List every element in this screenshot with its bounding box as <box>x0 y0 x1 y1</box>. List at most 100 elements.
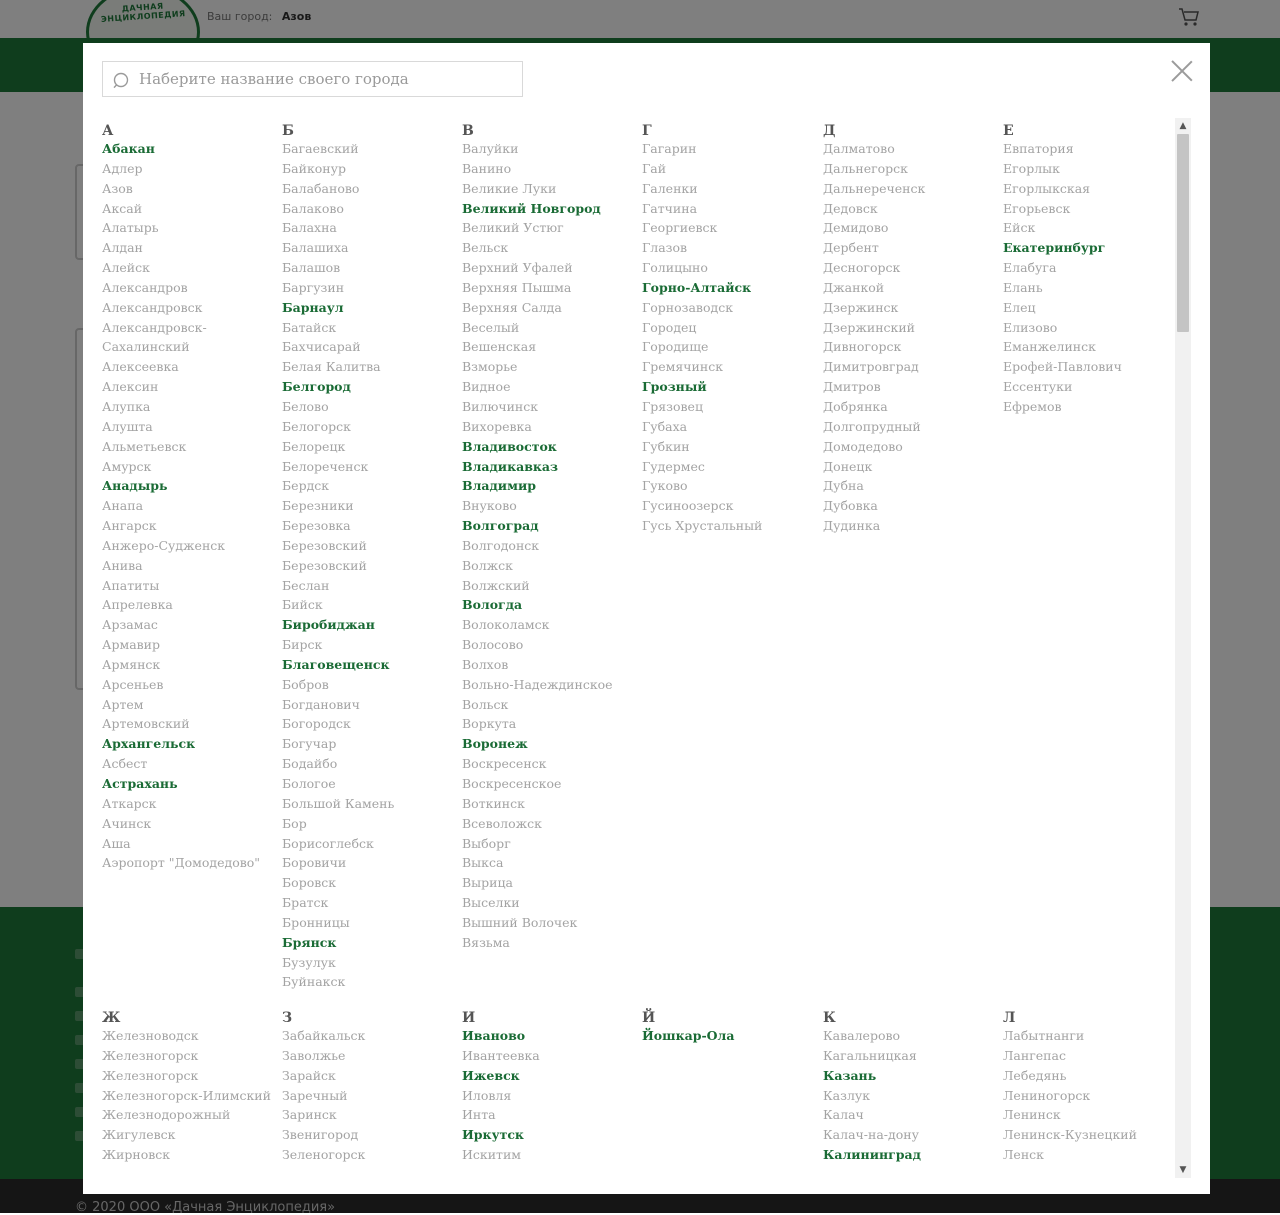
city-link[interactable]: Гусиноозерск <box>642 496 822 516</box>
city-link[interactable]: Аэропорт "Домодедово" <box>102 853 282 873</box>
city-link[interactable]: Астрахань <box>102 774 282 794</box>
city-link[interactable]: Железногорск <box>102 1046 282 1066</box>
city-link[interactable]: Грязовец <box>642 397 822 417</box>
city-link[interactable]: Дзержинск <box>823 298 1003 318</box>
city-link[interactable]: Иркутск <box>462 1125 642 1145</box>
city-link[interactable]: Дальнереченск <box>823 179 1003 199</box>
city-link[interactable]: Апрелевка <box>102 595 282 615</box>
city-link[interactable]: Гусь Хрустальный <box>642 516 822 536</box>
city-link[interactable]: Беслан <box>282 576 462 596</box>
city-link[interactable]: Волгодонск <box>462 536 642 556</box>
city-link[interactable]: Иловля <box>462 1086 642 1106</box>
city-link[interactable]: Великий Устюг <box>462 218 642 238</box>
city-link[interactable]: Бахчисарай <box>282 337 462 357</box>
city-link[interactable]: Вольск <box>462 695 642 715</box>
city-link[interactable]: Инта <box>462 1105 642 1125</box>
city-link[interactable]: Арсеньев <box>102 675 282 695</box>
city-link[interactable]: Елец <box>1003 298 1173 318</box>
city-link[interactable]: Большой Камень <box>282 794 462 814</box>
city-link[interactable]: Зеленогорск <box>282 1145 462 1165</box>
city-link[interactable]: Алдан <box>102 238 282 258</box>
city-link[interactable]: Белогорск <box>282 417 462 437</box>
city-link[interactable]: Волоколамск <box>462 615 642 635</box>
list-scrollbar[interactable]: ▲ ▼ <box>1175 118 1191 1178</box>
city-link[interactable]: Екатеринбург <box>1003 238 1173 258</box>
city-link[interactable]: Звенигород <box>282 1125 462 1145</box>
city-link[interactable]: Воткинск <box>462 794 642 814</box>
city-link[interactable]: Вольно-Надеждинское <box>462 675 642 695</box>
city-link[interactable]: Ленск <box>1003 1145 1173 1165</box>
city-link[interactable]: Ленинск <box>1003 1105 1173 1125</box>
city-link[interactable]: Березовский <box>282 556 462 576</box>
city-link[interactable]: Балаково <box>282 199 462 219</box>
city-link[interactable]: Сахалинский <box>102 337 282 357</box>
city-link[interactable]: Анжеро-Судженск <box>102 536 282 556</box>
city-link[interactable]: Ефремов <box>1003 397 1173 417</box>
city-link[interactable]: Горно-Алтайск <box>642 278 822 298</box>
city-link[interactable]: Калач-на-дону <box>823 1125 1003 1145</box>
city-link[interactable]: Искитим <box>462 1145 642 1165</box>
city-link[interactable]: Анадырь <box>102 476 282 496</box>
city-link[interactable]: Демидово <box>823 218 1003 238</box>
city-link[interactable]: Боровск <box>282 873 462 893</box>
city-link[interactable]: Донецк <box>823 457 1003 477</box>
city-link[interactable]: Выселки <box>462 893 642 913</box>
city-link[interactable]: Забайкальск <box>282 1026 462 1046</box>
city-link[interactable]: Амурск <box>102 457 282 477</box>
city-link[interactable]: Богучар <box>282 734 462 754</box>
city-link[interactable]: Дедовск <box>823 199 1003 219</box>
city-link[interactable]: Городец <box>642 318 822 338</box>
city-link[interactable]: Биробиджан <box>282 615 462 635</box>
city-link[interactable]: Дмитров <box>823 377 1003 397</box>
city-link[interactable]: Артем <box>102 695 282 715</box>
city-link[interactable]: Дальнегорск <box>823 159 1003 179</box>
city-link[interactable]: Дудинка <box>823 516 1003 536</box>
city-link[interactable]: Гремячинск <box>642 357 822 377</box>
city-link[interactable]: Гатчина <box>642 199 822 219</box>
city-link[interactable]: Ленинск-Кузнецкий <box>1003 1125 1173 1145</box>
city-link[interactable]: Баргузин <box>282 278 462 298</box>
city-link[interactable]: Александровск <box>102 298 282 318</box>
city-link[interactable]: Белорецк <box>282 437 462 457</box>
city-link[interactable]: Байконур <box>282 159 462 179</box>
city-link[interactable]: Армавир <box>102 635 282 655</box>
city-link[interactable]: Абакан <box>102 139 282 159</box>
city-link[interactable]: Борисоглебск <box>282 834 462 854</box>
scroll-down-icon[interactable]: ▼ <box>1175 1162 1191 1178</box>
city-link[interactable]: Александровск- <box>102 318 282 338</box>
city-link[interactable]: Выборг <box>462 834 642 854</box>
city-link[interactable]: Белая Калитва <box>282 357 462 377</box>
city-link[interactable]: Алексеевка <box>102 357 282 377</box>
city-link[interactable]: Бор <box>282 814 462 834</box>
city-link[interactable]: Аткарск <box>102 794 282 814</box>
city-link[interactable]: Заречный <box>282 1086 462 1106</box>
city-link[interactable]: Верхняя Пышма <box>462 278 642 298</box>
city-link[interactable]: Гуково <box>642 476 822 496</box>
city-link[interactable]: Владивосток <box>462 437 642 457</box>
city-link[interactable]: Заринск <box>282 1105 462 1125</box>
city-link[interactable]: Алушта <box>102 417 282 437</box>
city-link[interactable]: Казлук <box>823 1086 1003 1106</box>
city-link[interactable]: Гагарин <box>642 139 822 159</box>
city-link[interactable]: Анапа <box>102 496 282 516</box>
city-link[interactable]: Казань <box>823 1066 1003 1086</box>
city-link[interactable]: Заволжье <box>282 1046 462 1066</box>
city-link[interactable]: Зарайск <box>282 1066 462 1086</box>
city-link[interactable]: Белореченск <box>282 457 462 477</box>
city-link[interactable]: Бердск <box>282 476 462 496</box>
city-link[interactable]: Бузулук <box>282 953 462 973</box>
city-link[interactable]: Балабаново <box>282 179 462 199</box>
city-link[interactable]: Вологда <box>462 595 642 615</box>
city-link[interactable]: Добрянка <box>823 397 1003 417</box>
city-link[interactable]: Брянск <box>282 933 462 953</box>
city-link[interactable]: Ванино <box>462 159 642 179</box>
city-link[interactable]: Бологое <box>282 774 462 794</box>
city-link[interactable]: Вихоревка <box>462 417 642 437</box>
city-link[interactable]: Альметьевск <box>102 437 282 457</box>
city-link[interactable]: Лениногорск <box>1003 1086 1173 1106</box>
city-link[interactable]: Балашов <box>282 258 462 278</box>
scroll-up-icon[interactable]: ▲ <box>1175 118 1191 134</box>
city-link[interactable]: Веселый <box>462 318 642 338</box>
city-link[interactable]: Валуйки <box>462 139 642 159</box>
city-link[interactable]: Лангепас <box>1003 1046 1173 1066</box>
